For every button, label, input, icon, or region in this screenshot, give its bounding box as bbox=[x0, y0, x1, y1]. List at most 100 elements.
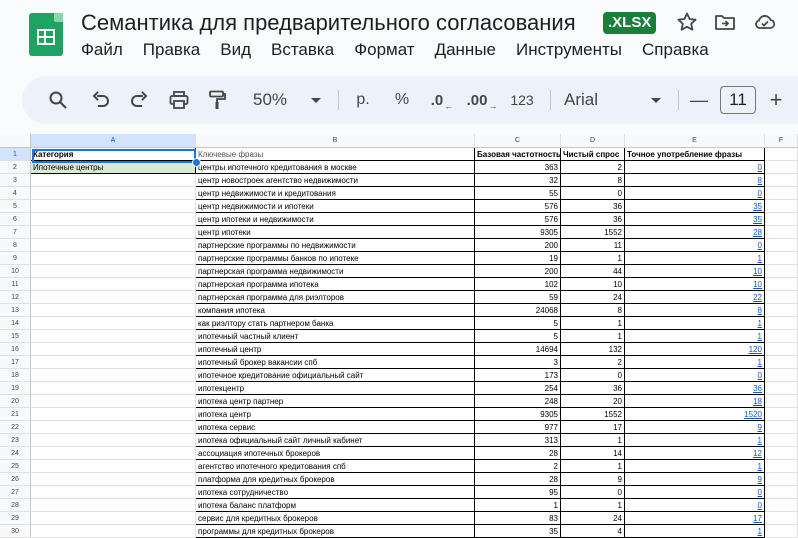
cell-clean-demand[interactable]: 0 bbox=[561, 486, 625, 499]
cell-exact-usage-link[interactable]: 1 bbox=[625, 434, 765, 447]
row-header[interactable]: 10 bbox=[0, 265, 31, 278]
grid-cell[interactable] bbox=[765, 460, 798, 473]
cell-exact-usage-link[interactable]: 17 bbox=[625, 512, 765, 525]
row-header[interactable]: 13 bbox=[0, 304, 31, 317]
grid-cell[interactable] bbox=[765, 317, 798, 330]
cell-exact-usage-link[interactable]: 0 bbox=[625, 369, 765, 382]
cell-base-frequency[interactable]: 59 bbox=[475, 291, 561, 304]
row-header[interactable]: 17 bbox=[0, 356, 31, 369]
row-header[interactable]: 20 bbox=[0, 395, 31, 408]
grid-cell[interactable] bbox=[31, 486, 196, 499]
cell-exact-usage-link[interactable]: 0 bbox=[625, 161, 765, 174]
row-header[interactable]: 14 bbox=[0, 317, 31, 330]
grid-cell[interactable] bbox=[765, 434, 798, 447]
cell-keyword[interactable]: ипотека центр партнер bbox=[196, 395, 475, 408]
grid-cell[interactable] bbox=[765, 525, 798, 538]
cell-keyword[interactable]: ипотечный частный клиент bbox=[196, 330, 475, 343]
cell-clean-demand[interactable]: 1 bbox=[561, 499, 625, 512]
cell-exact-usage-link[interactable]: 0 bbox=[625, 239, 765, 252]
cell-base-frequency[interactable]: 35 bbox=[475, 525, 561, 538]
cell-base-frequency[interactable]: 2 bbox=[475, 460, 561, 473]
cell-base-frequency[interactable]: 200 bbox=[475, 239, 561, 252]
print-icon[interactable] bbox=[167, 88, 191, 112]
cell-exact-usage-link[interactable]: 18 bbox=[625, 395, 765, 408]
cell-clean-demand[interactable]: 1 bbox=[561, 252, 625, 265]
cell-clean-demand[interactable]: 1 bbox=[561, 460, 625, 473]
grid-cell[interactable] bbox=[31, 226, 196, 239]
grid-cell[interactable] bbox=[31, 473, 196, 486]
grid-cell[interactable] bbox=[31, 512, 196, 525]
cell-base-frequency[interactable]: 24068 bbox=[475, 304, 561, 317]
paint-format-icon[interactable] bbox=[205, 88, 229, 112]
grid-cell[interactable] bbox=[31, 434, 196, 447]
grid-cell[interactable] bbox=[765, 343, 798, 356]
grid-cell[interactable] bbox=[765, 239, 798, 252]
cell-base-frequency[interactable]: 576 bbox=[475, 200, 561, 213]
grid-cell[interactable] bbox=[31, 213, 196, 226]
row-header[interactable]: 25 bbox=[0, 460, 31, 473]
cell-clean-demand[interactable]: 2 bbox=[561, 161, 625, 174]
grid-cell[interactable] bbox=[765, 213, 798, 226]
row-header[interactable]: 28 bbox=[0, 499, 31, 512]
sheet-grid[interactable]: A B C D E F 1 2 3 4 5 6 7 8 9 10 11 12 13 14 15 16 17 18 19 20 21 2… bbox=[0, 134, 798, 538]
grid-cell[interactable] bbox=[765, 161, 798, 174]
cell-base-frequency-header[interactable]: Базовая частотность bbox=[475, 148, 561, 161]
cell-clean-demand[interactable]: 10 bbox=[561, 278, 625, 291]
cell-base-frequency[interactable]: 32 bbox=[475, 174, 561, 187]
row-header[interactable]: 26 bbox=[0, 473, 31, 486]
grid-cell[interactable] bbox=[765, 174, 798, 187]
menu-file[interactable]: Файл bbox=[81, 40, 123, 60]
cell-keyword[interactable]: ипотека баланс платформ bbox=[196, 499, 475, 512]
cell-keyword[interactable]: партнерская программа недвижимости bbox=[196, 265, 475, 278]
grid-cell[interactable] bbox=[31, 460, 196, 473]
grid-cell[interactable] bbox=[765, 187, 798, 200]
cell-clean-demand[interactable]: 2 bbox=[561, 356, 625, 369]
cell-base-frequency[interactable]: 55 bbox=[475, 187, 561, 200]
move-to-folder-icon[interactable] bbox=[713, 10, 737, 34]
cell-base-frequency[interactable]: 5 bbox=[475, 330, 561, 343]
currency-button[interactable]: р. bbox=[352, 88, 374, 112]
cell-keyword[interactable]: центр новостроек агентство недвижимости bbox=[196, 174, 475, 187]
cell-exact-usage-link[interactable]: 1 bbox=[625, 317, 765, 330]
cell-clean-demand[interactable]: 9 bbox=[561, 473, 625, 486]
cell-base-frequency[interactable]: 254 bbox=[475, 382, 561, 395]
grid-cell[interactable] bbox=[765, 304, 798, 317]
decrease-font-size-button[interactable]: — bbox=[690, 88, 708, 112]
grid-cell[interactable] bbox=[31, 369, 196, 382]
cell-clean-demand[interactable]: 36 bbox=[561, 382, 625, 395]
cell-keyword[interactable]: центр недвижимости и кредитования bbox=[196, 187, 475, 200]
cell-base-frequency[interactable]: 248 bbox=[475, 395, 561, 408]
cell-exact-usage-link[interactable]: 1 bbox=[625, 252, 765, 265]
cell-clean-demand[interactable]: 24 bbox=[561, 512, 625, 525]
cell-keyword[interactable]: ипотечное кредитование официальный сайт bbox=[196, 369, 475, 382]
menu-tools[interactable]: Инструменты bbox=[516, 40, 622, 60]
grid-cell[interactable] bbox=[31, 343, 196, 356]
column-header-f[interactable]: F bbox=[765, 134, 798, 148]
cell-base-frequency[interactable]: 14694 bbox=[475, 343, 561, 356]
cell-clean-demand[interactable]: 4 bbox=[561, 525, 625, 538]
decrease-decimal-button[interactable]: .0 ← bbox=[427, 88, 457, 112]
cell-exact-usage-link[interactable]: 12 bbox=[625, 447, 765, 460]
cell-clean-demand[interactable]: 1 bbox=[561, 317, 625, 330]
cell-keyword[interactable]: ипотека официальный сайт личный кабинет bbox=[196, 434, 475, 447]
cell-clean-demand[interactable]: 1 bbox=[561, 434, 625, 447]
grid-cell[interactable] bbox=[31, 421, 196, 434]
row-header[interactable]: 27 bbox=[0, 486, 31, 499]
grid-cell[interactable] bbox=[31, 408, 196, 421]
grid-cell[interactable] bbox=[31, 200, 196, 213]
cell-exact-usage-link[interactable]: 1 bbox=[625, 356, 765, 369]
row-header[interactable]: 22 bbox=[0, 421, 31, 434]
redo-icon[interactable] bbox=[128, 88, 152, 112]
cell-exact-usage-link[interactable]: 28 bbox=[625, 226, 765, 239]
zoom-select[interactable]: 50% bbox=[248, 88, 292, 112]
grid-cell[interactable] bbox=[765, 265, 798, 278]
cell-keyword[interactable]: ипотека центр bbox=[196, 408, 475, 421]
row-header[interactable]: 16 bbox=[0, 343, 31, 356]
grid-cell[interactable] bbox=[765, 447, 798, 460]
cell-keyword[interactable]: центры ипотечного кредитования в москве bbox=[196, 161, 475, 174]
cell-exact-usage-link[interactable]: 0 bbox=[625, 187, 765, 200]
row-header[interactable]: 7 bbox=[0, 226, 31, 239]
document-title[interactable]: Семантика для предварительного согласова… bbox=[81, 10, 576, 36]
cell-exact-usage-link[interactable]: 35 bbox=[625, 213, 765, 226]
grid-cell[interactable] bbox=[765, 330, 798, 343]
